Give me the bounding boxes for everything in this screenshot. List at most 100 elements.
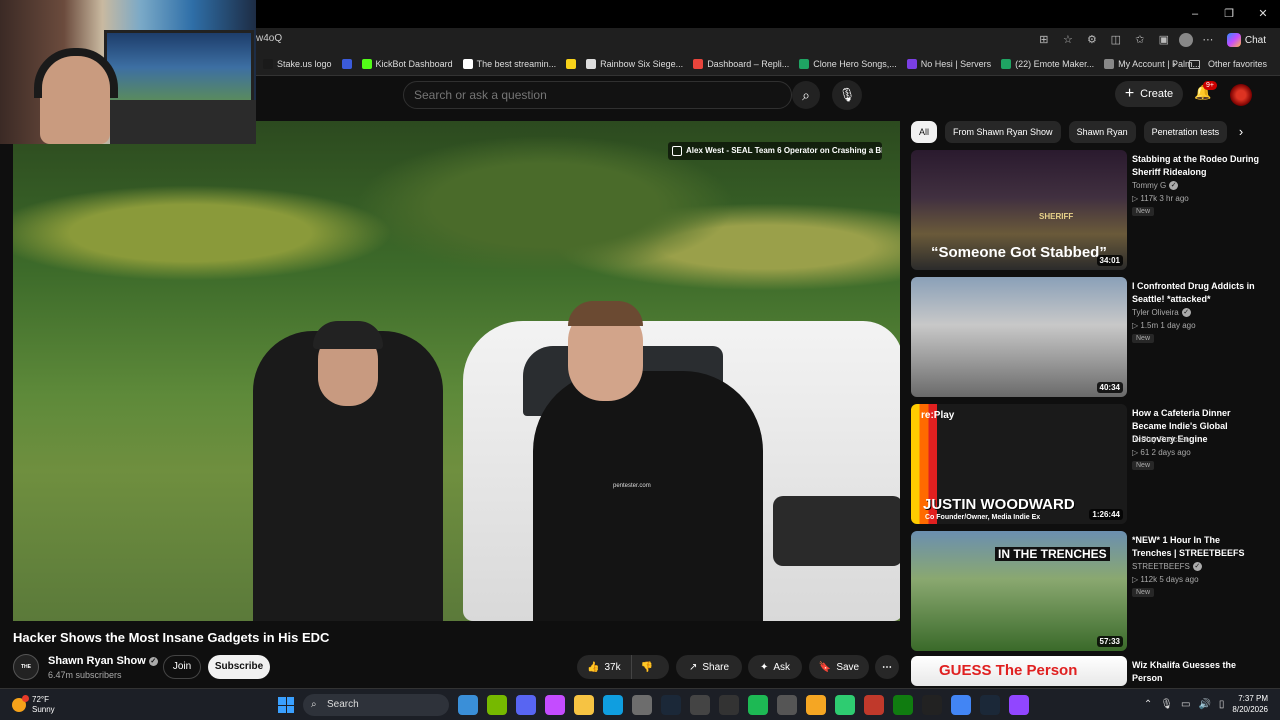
search-box[interactable] [403, 81, 792, 109]
app-m-icon[interactable] [864, 695, 884, 715]
subscribe-button[interactable]: Subscribe [208, 655, 270, 679]
steam-2-icon[interactable] [980, 695, 1000, 715]
app-4k-icon[interactable] [777, 695, 797, 715]
ask-button[interactable]: ✦ Ask [748, 655, 802, 679]
minimize-icon[interactable]: – [1178, 0, 1212, 28]
store-icon[interactable] [632, 695, 652, 715]
like-button[interactable]: 👍 37k [577, 655, 632, 679]
recommendation-channel-name[interactable]: Tommy G [1132, 181, 1166, 190]
clock[interactable]: 7:37 PM 8/20/2026 [1232, 693, 1268, 715]
recommendation-channel-name[interactable]: STREETBEEFS [1132, 562, 1190, 571]
weather-widget[interactable]: 72°F Sunny [12, 695, 55, 715]
filter-chip[interactable]: Shawn Ryan [1068, 121, 1136, 143]
close-icon[interactable]: ✕ [1246, 0, 1280, 28]
save-button[interactable]: 🔖 Save [809, 655, 869, 679]
video-player[interactable]: pentester.com [13, 121, 900, 621]
join-button[interactable]: Join [163, 655, 201, 679]
bookmark-item[interactable] [561, 59, 581, 69]
share-button[interactable]: ↗ Share [676, 655, 742, 679]
favorite-star-icon[interactable]: ☆ [1059, 31, 1077, 49]
recommendation-thumbnail[interactable]: GUESS The Person [911, 656, 1127, 686]
recommendation-item[interactable]: GUESS The Person Wiz Khalifa Guesses the … [911, 656, 1271, 686]
bookmark-item[interactable]: KickBot Dashboard [357, 59, 458, 69]
bookmark-item[interactable]: Clone Hero Songs,... [794, 59, 902, 69]
split-screen-icon[interactable]: ◫ [1107, 31, 1125, 49]
bookmark-item[interactable]: Dashboard – Repli... [688, 59, 794, 69]
recommendation-item[interactable]: “Someone Got Stabbed” SHERIFF 34:01 Stabbin… [911, 150, 1271, 272]
windows-start-icon[interactable] [278, 697, 294, 713]
microphone-icon[interactable]: 🎙 [832, 80, 862, 110]
search-icon[interactable]: ⌕ [792, 81, 820, 109]
account-avatar[interactable] [1230, 84, 1252, 106]
recommendation-thumbnail[interactable]: IN THE TRENCHES 57:33 [911, 531, 1127, 651]
recommendation-title[interactable]: Stabbing at the Rodeo During Sheriff Rid… [1132, 153, 1262, 179]
spotify-icon[interactable] [748, 695, 768, 715]
xbox-icon[interactable] [893, 695, 913, 715]
bookmark-item[interactable]: The best streamin... [458, 59, 562, 69]
volume-icon[interactable]: 🔊 [1198, 699, 1210, 710]
create-button[interactable]: + Create [1115, 81, 1183, 107]
file-explorer-icon[interactable] [574, 695, 594, 715]
recommendation-channel-name[interactable]: re:Play Podcast [1132, 435, 1188, 444]
recommendation-thumbnail[interactable]: 40:34 [911, 277, 1127, 397]
recommendation-item[interactable]: IN THE TRENCHES 57:33 *NEW* 1 Hour In The … [911, 531, 1271, 653]
recommendation-channel[interactable]: STREETBEEFS ✓ [1132, 562, 1202, 572]
more-actions-icon[interactable]: ⋯ [875, 655, 899, 679]
folder-icon[interactable] [806, 695, 826, 715]
bookmark-item[interactable]: Stake.us logo [258, 59, 337, 69]
app-p-icon[interactable] [922, 695, 942, 715]
bookmark-item[interactable]: Rainbow Six Siege... [581, 59, 688, 69]
network-icon[interactable]: ▭ [1181, 699, 1190, 710]
search-input[interactable] [404, 82, 791, 108]
settings-icon[interactable] [719, 695, 739, 715]
taskbar-search[interactable]: ⌕ Search [303, 694, 449, 716]
url-text[interactable]: w4oQ [256, 33, 282, 44]
copilot-icon[interactable] [545, 695, 565, 715]
maximize-icon[interactable]: ❐ [1212, 0, 1246, 28]
more-menu-icon[interactable]: ⋯ [1199, 31, 1217, 49]
chevron-right-icon[interactable]: › [1232, 123, 1250, 141]
bookmark-item[interactable]: (22) Emote Maker... [996, 59, 1099, 69]
nvidia-icon[interactable] [487, 695, 507, 715]
info-card[interactable]: Alex West - SEAL Team 6 Operator on Cras… [668, 142, 882, 160]
recommendation-channel-name[interactable]: Tyler Oliveira [1132, 308, 1179, 317]
collections-icon[interactable]: ▣ [1155, 31, 1173, 49]
recommendation-thumbnail[interactable]: JUSTIN WOODWARD Co Founder/Owner, Media I… [911, 404, 1127, 524]
recommendation-thumbnail[interactable]: “Someone Got Stabbed” SHERIFF 34:01 [911, 150, 1127, 270]
filter-chip[interactable]: Penetration tests [1143, 121, 1228, 143]
recommendation-channel[interactable]: re:Play Podcast [1132, 435, 1188, 444]
bookmarks-overflow-icon[interactable]: › [1173, 59, 1176, 69]
tray-overflow-icon[interactable]: ⌃ [1144, 699, 1152, 710]
recommendation-channel[interactable]: Tyler Oliveira ✓ [1132, 308, 1191, 318]
obs-icon[interactable] [690, 695, 710, 715]
copilot-chat-button[interactable]: Chat [1223, 33, 1270, 47]
recommendation-title[interactable]: I Confronted Drug Addicts in Seattle! *a… [1132, 280, 1262, 306]
profile-avatar[interactable] [1178, 33, 1193, 47]
edge-icon[interactable] [603, 695, 623, 715]
task-view-icon[interactable] [458, 695, 478, 715]
bookmark-item[interactable] [337, 59, 357, 69]
discord-icon[interactable] [516, 695, 536, 715]
chrome-icon[interactable] [951, 695, 971, 715]
recommendation-item[interactable]: 40:34 I Confronted Drug Addicts in Seattl… [911, 277, 1271, 399]
channel-name[interactable]: Shawn Ryan Show ✓ [48, 655, 158, 667]
recommendation-title[interactable]: Wiz Khalifa Guesses the Person [1132, 659, 1262, 685]
extensions-icon[interactable]: ⚙ [1083, 31, 1101, 49]
dislike-button[interactable]: 👎 [632, 662, 662, 673]
app-b-icon[interactable] [835, 695, 855, 715]
channel-name-text[interactable]: Shawn Ryan Show [48, 655, 146, 667]
filter-chip[interactable]: All [911, 121, 938, 143]
channel-avatar[interactable]: THE SHOW [13, 654, 39, 694]
filter-chip[interactable]: From Shawn Ryan Show [945, 121, 1061, 143]
recommendation-channel[interactable]: Tommy G ✓ [1132, 181, 1179, 191]
bookmark-item[interactable]: No Hesi | Servers [902, 59, 996, 69]
recommendation-title[interactable]: *NEW* 1 Hour In The Trenches | STREETBEE… [1132, 534, 1262, 560]
mic-icon[interactable]: 🎙 [1160, 699, 1173, 710]
battery-icon[interactable]: ▯ [1219, 699, 1225, 710]
favorites-icon[interactable]: ✩ [1131, 31, 1149, 49]
twitch-icon[interactable] [1009, 695, 1029, 715]
recommendation-item[interactable]: JUSTIN WOODWARD Co Founder/Owner, Media I… [911, 404, 1271, 526]
notifications-bell-icon[interactable]: 🔔 9+ [1193, 81, 1217, 104]
steam-icon[interactable] [661, 695, 681, 715]
other-favorites[interactable]: Other favorites [1184, 59, 1272, 69]
